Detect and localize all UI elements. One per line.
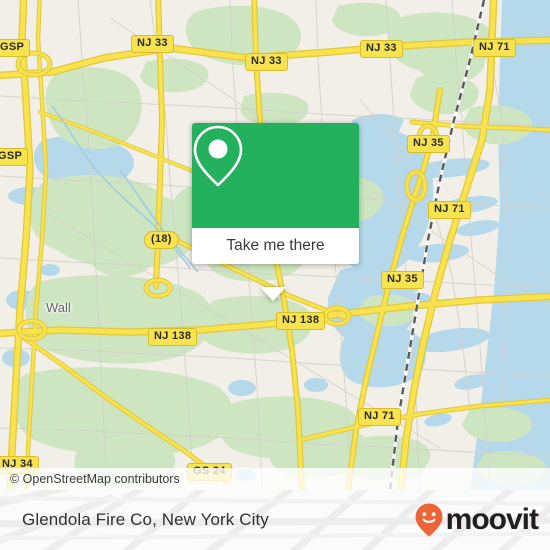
map-attribution-bar: © OpenStreetMap contributors — [0, 468, 550, 490]
road-shield-nj71: NJ 71 — [473, 39, 516, 57]
moovit-wordmark: moovit — [445, 503, 539, 536]
road-shield-nj35: NJ 35 — [381, 271, 424, 289]
location-pin-icon — [193, 125, 243, 187]
popup-action-row[interactable]: Take me there — [192, 228, 359, 264]
attribution-text: © OpenStreetMap contributors — [10, 472, 180, 486]
map-canvas[interactable]: Wall GSP GSP NJ 33 NJ 33 NJ 33 NJ 71 NJ … — [0, 0, 550, 490]
road-shield-nj138: NJ 138 — [148, 328, 198, 346]
take-me-there-label: Take me there — [226, 237, 325, 254]
moovit-logo[interactable]: moovit — [414, 502, 539, 538]
moovit-map-screenshot: Wall GSP GSP NJ 33 NJ 33 NJ 33 NJ 71 NJ … — [0, 0, 550, 550]
road-shield-nj71: NJ 71 — [428, 201, 471, 219]
road-shield-18: (18) — [144, 231, 179, 249]
road-shield-nj71: NJ 71 — [358, 408, 401, 426]
footer-bar: Glendola Fire Co, New York City moovit — [0, 490, 550, 550]
road-shield-gsp: GSP — [0, 39, 31, 57]
road-shield-nj33: NJ 33 — [245, 53, 288, 71]
road-shield-nj35: NJ 35 — [407, 135, 450, 153]
moovit-smiley-pin-icon — [415, 503, 443, 537]
footer-location-title: Glendola Fire Co, New York City — [22, 510, 269, 529]
road-shield-nj138: NJ 138 — [276, 312, 326, 330]
road-shield-nj33: NJ 33 — [131, 35, 174, 53]
location-popup-card[interactable]: Take me there — [192, 123, 359, 301]
road-shield-gsp: GSP — [0, 148, 29, 166]
place-label-wall: Wall — [46, 300, 71, 315]
popup-header — [192, 123, 359, 228]
popup-tail — [260, 287, 286, 301]
road-shield-nj33: NJ 33 — [360, 40, 403, 58]
